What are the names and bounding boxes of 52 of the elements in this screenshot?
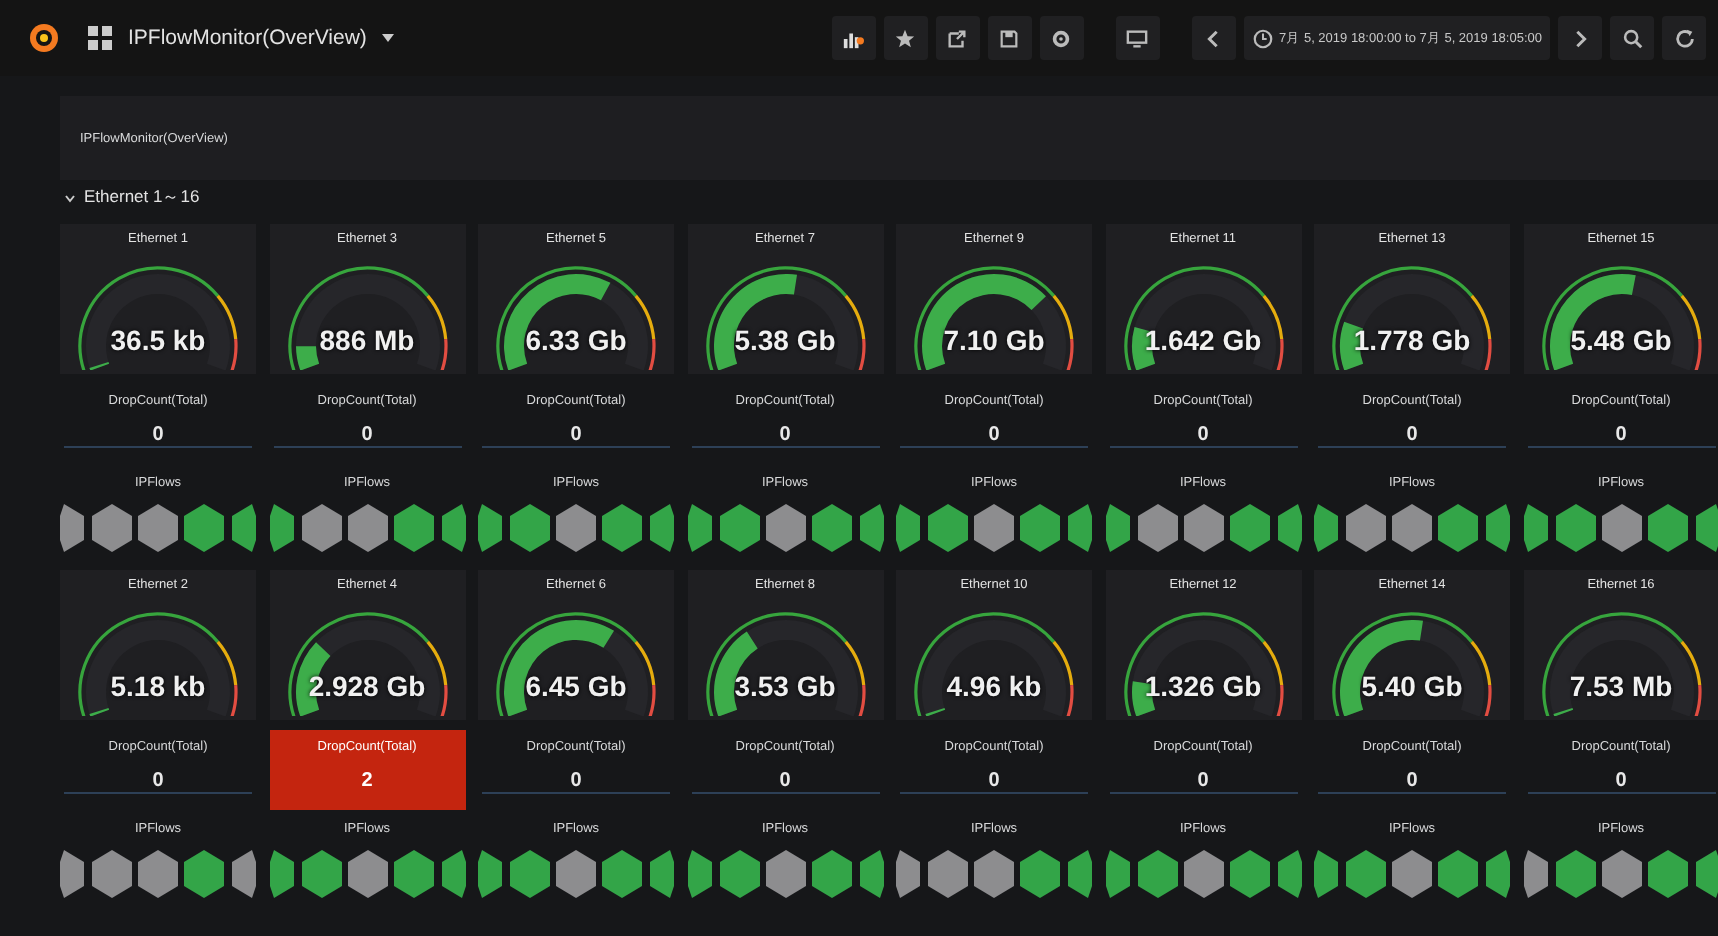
- traffic-value: 4.96 kb: [944, 670, 1044, 702]
- dashboard-grid-icon: [88, 26, 112, 50]
- drop-count-value: 0: [988, 424, 1000, 446]
- save-icon: [998, 27, 1021, 49]
- drop-count-value: 0: [152, 770, 164, 792]
- row-header[interactable]: Ethernet 1～16: [60, 180, 200, 216]
- traffic-value: 5.48 Gb: [1568, 324, 1674, 356]
- traffic-value: 7.10 Gb: [941, 324, 1047, 356]
- traffic-value: 6.33 Gb: [523, 324, 629, 356]
- drop-count-value: 0: [779, 424, 791, 446]
- drop-count-value: 0: [1197, 770, 1209, 792]
- drop-count-value: 0: [1615, 770, 1627, 792]
- refresh-icon: [1673, 27, 1695, 49]
- share-icon: [946, 27, 969, 49]
- traffic-value: 5.18 kb: [108, 670, 208, 702]
- drop-count-value: 2: [361, 770, 373, 792]
- drop-count-value: 0: [779, 770, 791, 792]
- traffic-value: 3.53 Gb: [732, 670, 838, 702]
- previous-range-button[interactable]: [1191, 16, 1236, 60]
- star-button[interactable]: [883, 16, 928, 60]
- dashboard-title[interactable]: IPFlowMonitor(OverView): [128, 26, 367, 50]
- drop-count-value: 0: [152, 424, 164, 446]
- traffic-value: 5.40 Gb: [1359, 670, 1465, 702]
- traffic-value: 1.326 Gb: [1142, 670, 1264, 702]
- traffic-value: 36.5 kb: [108, 324, 208, 356]
- drop-count-value: 0: [1406, 770, 1418, 792]
- next-range-button[interactable]: [1558, 16, 1602, 60]
- traffic-value: 5.38 Gb: [732, 324, 838, 356]
- clock-icon: [1251, 27, 1274, 49]
- drop-count-value: 0: [570, 770, 582, 792]
- settings-icon: [1050, 27, 1073, 49]
- drop-count-value: 0: [361, 424, 373, 446]
- drop-count-value: 0: [1197, 424, 1209, 446]
- settings-button[interactable]: [1039, 16, 1084, 60]
- traffic-value: 7.53 Mb: [1567, 670, 1675, 702]
- add-panel-button[interactable]: [831, 16, 876, 60]
- monitor-icon: [1126, 27, 1149, 49]
- traffic-value: 886 Mb: [317, 324, 417, 356]
- drop-count-value: 0: [1406, 424, 1418, 446]
- drop-count-value: 0: [570, 424, 582, 446]
- search-icon: [1621, 27, 1643, 49]
- logo-icon[interactable]: [28, 22, 60, 54]
- traffic-value: 6.45 Gb: [523, 670, 629, 702]
- drop-count-value: 0: [988, 770, 1000, 792]
- refresh-button[interactable]: [1662, 16, 1706, 60]
- share-button[interactable]: [935, 16, 980, 60]
- zoom-out-button[interactable]: [1610, 16, 1654, 60]
- drop-count-value: 0: [1615, 424, 1627, 446]
- tv-mode-button[interactable]: [1115, 16, 1160, 60]
- star-icon: [894, 27, 917, 49]
- caret-icon[interactable]: [382, 34, 395, 42]
- save-button[interactable]: [987, 16, 1032, 60]
